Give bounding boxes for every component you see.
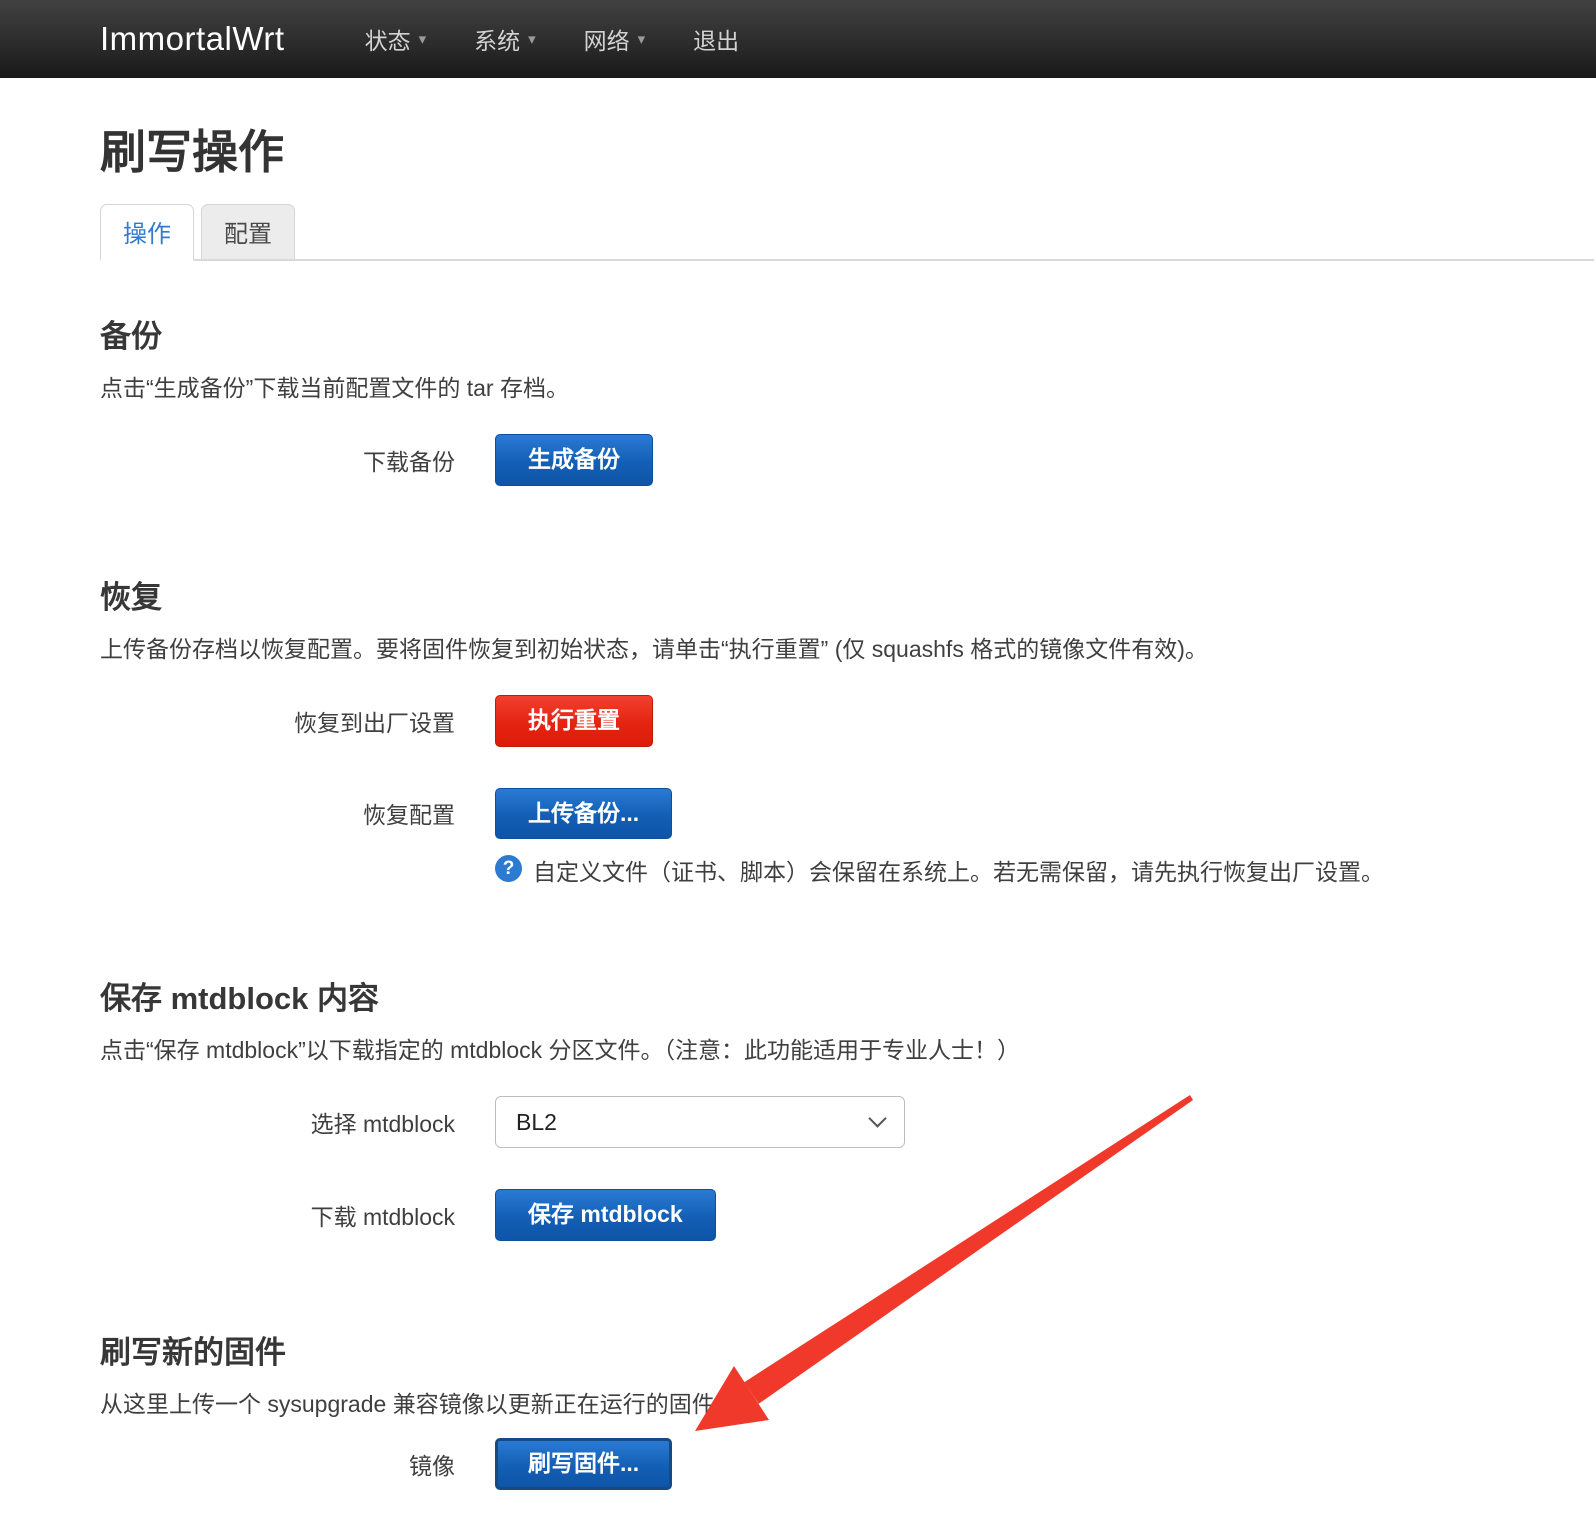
nav-item-network-label: 网络 (583, 28, 630, 54)
brand-logo[interactable]: ImmortalWrt (100, 20, 285, 58)
chevron-down-icon (868, 1109, 887, 1129)
flash-image-row: 镜像 刷写固件... (100, 1438, 1596, 1490)
chevron-down-icon: ▾ (528, 30, 536, 48)
restore-config-row: 恢复配置 上传备份... (100, 787, 1596, 840)
flash-description: 从这里上传一个 sysupgrade 兼容镜像以更新正在运行的固件。 (100, 1390, 738, 1417)
help-question-icon: ? (495, 855, 522, 883)
page-title: 刷写操作 (100, 126, 284, 178)
backup-section-heading: 备份 (100, 319, 162, 354)
save-mtdblock-button[interactable]: 保存 mtdblock (495, 1189, 716, 1241)
nav-item-logout[interactable]: 退出 (669, 22, 763, 56)
download-mtdblock-label: 下载 mtdblock (310, 1204, 455, 1231)
nav-item-network[interactable]: 网络 ▾ (560, 22, 670, 56)
backup-description: 点击“生成备份”下载当前配置文件的 tar 存档。 (100, 375, 569, 401)
nav-item-system[interactable]: 系统 ▾ (450, 22, 560, 56)
upload-backup-button[interactable]: 上传备份... (495, 787, 673, 840)
nav-item-status-label: 状态 (364, 28, 411, 54)
factory-reset-row: 恢复到出厂设置 执行重置 (100, 694, 1596, 747)
download-backup-label: 下载备份 (363, 448, 455, 475)
flash-firmware-button[interactable]: 刷写固件... (495, 1438, 673, 1490)
nav-item-system-label: 系统 (474, 28, 521, 54)
flash-section-heading: 刷写新的固件 (100, 1334, 286, 1370)
choose-mtdblock-label: 选择 mtdblock (310, 1111, 455, 1138)
restore-description: 上传备份存档以恢复配置。要将固件恢复到初始状态，请单击“执行重置” (仅 squ… (100, 635, 1208, 662)
nav-item-logout-label: 退出 (693, 28, 740, 54)
restore-help-text: 自定义文件（证书、脚本）会保留在系统上。若无需保留，请先执行恢复出厂设置。 (533, 859, 1384, 886)
chevron-down-icon: ▾ (637, 30, 646, 48)
nav-menu: 状态 ▾ 系统 ▾ 网络 ▾ 退出 (341, 22, 764, 56)
tab-actions[interactable]: 操作 (100, 204, 194, 261)
perform-reset-button[interactable]: 执行重置 (495, 694, 653, 747)
chevron-down-icon: ▾ (418, 30, 427, 48)
top-navbar: ImmortalWrt 状态 ▾ 系统 ▾ 网络 ▾ 退出 (0, 0, 1596, 78)
page-content: 刷写操作 操作 配置 备份 点击“生成备份”下载当前配置文件的 tar 存档。 … (0, 116, 1596, 1490)
backup-row: 下载备份 生成备份 (100, 434, 1596, 486)
tab-bar: 操作 配置 (100, 204, 1594, 261)
mtdblock-description: 点击“保存 mtdblock”以下载指定的 mtdblock 分区文件。（注意：… (100, 1037, 1021, 1064)
generate-backup-button[interactable]: 生成备份 (495, 434, 653, 486)
mtdblock-select-value: BL2 (516, 1108, 557, 1135)
restore-config-label: 恢复配置 (363, 802, 455, 829)
mtdblock-section-heading: 保存 mtdblock 内容 (100, 981, 380, 1017)
mtdblock-select[interactable]: BL2 (495, 1096, 905, 1149)
restore-section-heading: 恢复 (100, 579, 162, 615)
factory-reset-label: 恢复到出厂设置 (294, 709, 455, 736)
image-label: 镜像 (409, 1452, 455, 1479)
mtdblock-save-row: 下载 mtdblock 保存 mtdblock (100, 1189, 1596, 1241)
nav-item-status[interactable]: 状态 ▾ (341, 22, 451, 56)
tab-configuration[interactable]: 配置 (201, 204, 295, 261)
restore-help-row: ? 自定义文件（证书、脚本）会保留在系统上。若无需保留，请先执行恢复出厂设置。 (495, 853, 1596, 887)
mtdblock-select-row: 选择 mtdblock BL2 (100, 1096, 1596, 1149)
